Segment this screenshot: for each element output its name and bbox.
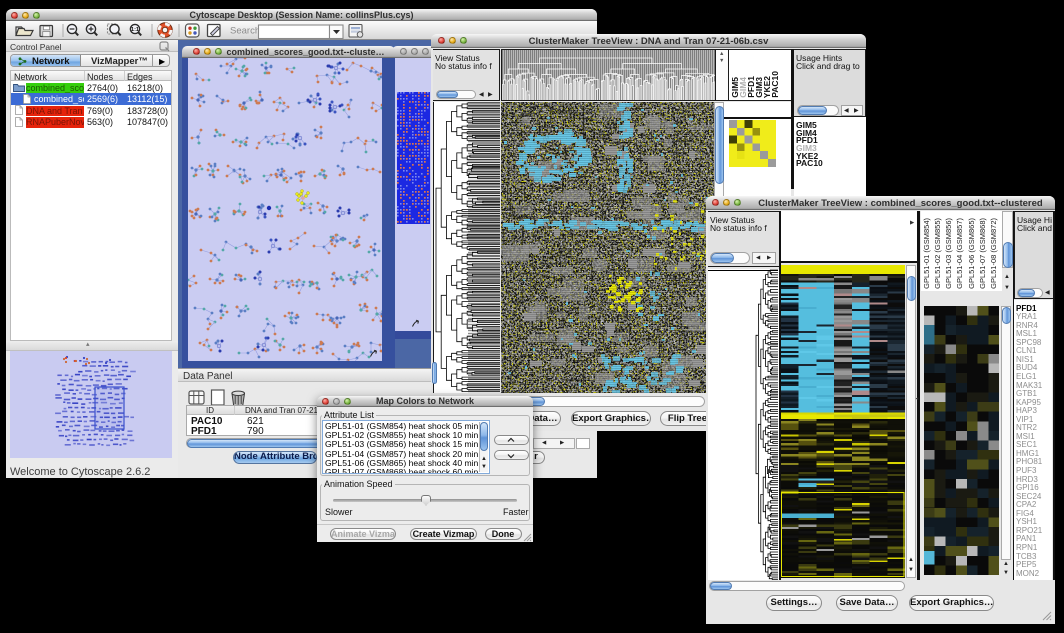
svg-text:1:1: 1:1 — [131, 27, 139, 33]
svg-text:Search:: Search: — [230, 25, 263, 36]
